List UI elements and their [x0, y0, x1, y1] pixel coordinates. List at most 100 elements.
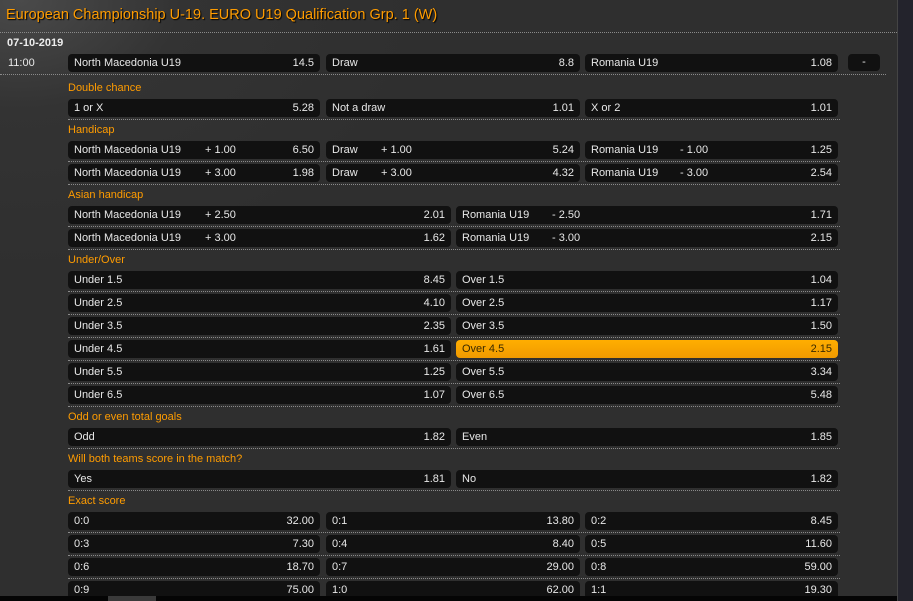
odd-button[interactable]: Under 1.5 8.45 [68, 271, 451, 289]
odd-button[interactable]: Over 5.5 3.34 [456, 363, 838, 381]
odd-button[interactable]: 1 or X 5.28 [68, 99, 320, 117]
odd-button[interactable]: Even 1.85 [456, 428, 838, 446]
odd-button[interactable]: 0:9 75.00 [68, 581, 320, 596]
odd-button[interactable]: Over 4.5 2.15 [456, 340, 838, 358]
odd-value: 8.45 [810, 515, 832, 527]
outcome-label: No [462, 473, 477, 485]
handicap-line: - 1.00 [680, 144, 709, 156]
outcome-label: Over 5.5 [462, 366, 505, 378]
odd-value: 75.00 [286, 584, 314, 596]
odd-button[interactable]: Under 3.5 2.35 [68, 317, 451, 335]
outcome-label: Romania U19 [591, 57, 659, 69]
odd-value: 1.98 [292, 167, 314, 179]
odd-value: 8.45 [423, 274, 445, 286]
odd-value: 4.32 [552, 167, 574, 179]
odd-button[interactable]: 0:4 8.40 [326, 535, 580, 553]
odd-button[interactable]: Over 2.5 1.17 [456, 294, 838, 312]
odd-button[interactable]: 0:5 11.60 [585, 535, 838, 553]
outcome-label: Over 4.5 [462, 343, 505, 355]
section-title: Handicap [68, 124, 115, 136]
odd-button[interactable]: X or 2 1.01 [585, 99, 838, 117]
divider [68, 226, 840, 227]
odd-button[interactable]: Not a draw 1.01 [326, 99, 580, 117]
outcome-label: North Macedonia U19 [74, 232, 182, 244]
odd-value: 1.04 [810, 274, 832, 286]
outcome-label: Under 2.5 [74, 297, 123, 309]
odd-button[interactable]: North Macedonia U19 + 3.00 1.62 [68, 229, 451, 247]
odd-button[interactable]: Draw + 1.00 5.24 [326, 141, 580, 159]
match-time: 11:00 [8, 57, 35, 69]
outcome-label: Draw [332, 57, 358, 69]
odd-value: 4.10 [423, 297, 445, 309]
odd-button[interactable]: 0:3 7.30 [68, 535, 320, 553]
odd-value: 13.80 [546, 515, 574, 527]
odd-button[interactable]: 0:8 59.00 [585, 558, 838, 576]
odd-value: 18.70 [286, 561, 314, 573]
odd-draw[interactable]: Draw 8.8 [326, 54, 580, 72]
outcome-label: 0:7 [332, 561, 348, 573]
odd-value: 62.00 [546, 584, 574, 596]
odd-value: 1.82 [423, 431, 445, 443]
outcome-label: 0:3 [74, 538, 90, 550]
odd-button[interactable]: 0:1 13.80 [326, 512, 580, 530]
outcome-label: 0:5 [591, 538, 607, 550]
outcome-label: Even [462, 431, 488, 443]
odd-value: 1.25 [810, 144, 832, 156]
outcome-label: North Macedonia U19 [74, 209, 182, 221]
odd-button[interactable]: Over 6.5 5.48 [456, 386, 838, 404]
divider [68, 490, 840, 491]
odd-value: 1.01 [810, 102, 832, 114]
odd-button[interactable]: Under 5.5 1.25 [68, 363, 451, 381]
divider [68, 314, 840, 315]
outcome-label: Yes [74, 473, 92, 485]
odd-button[interactable]: Over 3.5 1.50 [456, 317, 838, 335]
odd-value: 2.54 [810, 167, 832, 179]
odd-button[interactable]: Over 1.5 1.04 [456, 271, 838, 289]
scrollbar-thumb[interactable] [108, 596, 156, 601]
odd-button[interactable]: 0:0 32.00 [68, 512, 320, 530]
odd-home-win[interactable]: North Macedonia U19 14.5 [68, 54, 320, 72]
handicap-line: - 2.50 [552, 209, 581, 221]
odd-away-win[interactable]: Romania U19 1.08 [585, 54, 838, 72]
odd-button[interactable]: North Macedonia U19 + 3.00 1.98 [68, 164, 320, 182]
outcome-label: Under 3.5 [74, 320, 123, 332]
outcome-label: Under 6.5 [74, 389, 123, 401]
section-title: Double chance [68, 82, 142, 94]
odd-button[interactable]: Romania U19 - 3.00 2.54 [585, 164, 838, 182]
odd-value: 2.35 [423, 320, 445, 332]
horizontal-scrollbar[interactable] [0, 596, 897, 601]
outcome-label: 0:8 [591, 561, 607, 573]
odd-value: 59.00 [804, 561, 832, 573]
odd-button[interactable]: 0:7 29.00 [326, 558, 580, 576]
odd-button[interactable]: Yes 1.81 [68, 470, 451, 488]
handicap-line: + 3.00 [381, 167, 412, 179]
odd-button[interactable]: Under 6.5 1.07 [68, 386, 451, 404]
outcome-label: X or 2 [591, 102, 621, 114]
odd-button[interactable]: North Macedonia U19 + 1.00 6.50 [68, 141, 320, 159]
odd-button[interactable]: Romania U19 - 1.00 1.25 [585, 141, 838, 159]
vertical-scrollbar[interactable] [897, 0, 913, 601]
odd-button[interactable]: No 1.82 [456, 470, 838, 488]
odd-button[interactable]: 1:0 62.00 [326, 581, 580, 596]
odd-value: 3.34 [810, 366, 832, 378]
more-markets-button[interactable]: - [848, 54, 880, 71]
odd-button[interactable]: North Macedonia U19 + 2.50 2.01 [68, 206, 451, 224]
outcome-label: North Macedonia U19 [74, 167, 182, 179]
odd-button[interactable]: Romania U19 - 3.00 2.15 [456, 229, 838, 247]
section-title: Asian handicap [68, 189, 144, 201]
odd-button[interactable]: Under 2.5 4.10 [68, 294, 451, 312]
odd-button[interactable]: Under 4.5 1.61 [68, 340, 451, 358]
odd-button[interactable]: Odd 1.82 [68, 428, 451, 446]
handicap-line: + 1.00 [381, 144, 412, 156]
odd-button[interactable]: Draw + 3.00 4.32 [326, 164, 580, 182]
section-title: Will both teams score in the match? [68, 453, 243, 465]
odd-value: 1.61 [423, 343, 445, 355]
odd-button[interactable]: 0:6 18.70 [68, 558, 320, 576]
divider [68, 578, 840, 579]
section-title: Under/Over [68, 254, 125, 266]
odd-button[interactable]: 0:2 8.45 [585, 512, 838, 530]
odd-button[interactable]: Romania U19 - 2.50 1.71 [456, 206, 838, 224]
odd-button[interactable]: 1:1 19.30 [585, 581, 838, 596]
outcome-label: 1:0 [332, 584, 348, 596]
outcome-label: 0:0 [74, 515, 90, 527]
